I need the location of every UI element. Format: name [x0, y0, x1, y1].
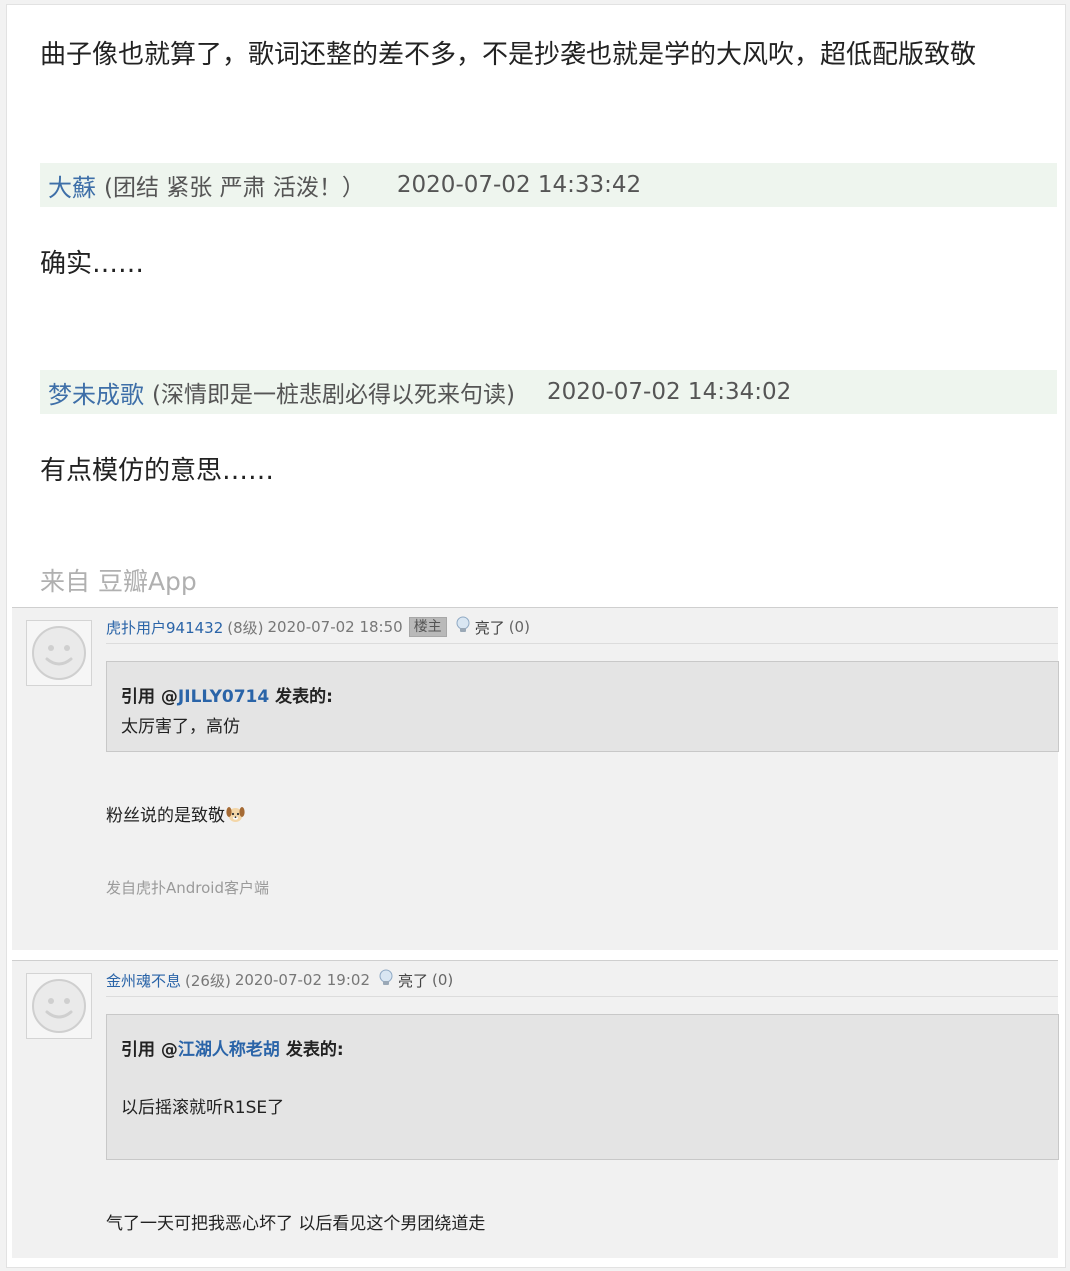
user-level: (26级)	[185, 971, 231, 990]
reply-text: 粉丝说的是致敬	[106, 801, 245, 826]
douban-username[interactable]: 梦未成歌	[48, 375, 144, 410]
client-signature: 发自虎扑Android客户端	[106, 879, 269, 897]
quote-header: 引用 @江湖人称老胡 发表的:	[121, 1035, 344, 1060]
douban-comment-timestamp: 2020-07-02 14:33:42	[396, 172, 642, 198]
divider	[106, 996, 1058, 997]
quote-block: 引用 @江湖人称老胡 发表的: 以后摇滚就听R1SE了	[106, 1014, 1059, 1160]
quote-header: 引用 @JILLY0714 发表的:	[121, 682, 333, 707]
douban-user-signature: (团结 紧张 严肃 活泼！）	[104, 175, 365, 201]
reply-meta: 虎扑用户941432 (8级) 2020-07-02 18:50 楼主 亮了 (…	[106, 616, 530, 638]
hupu-reply: 虎扑用户941432 (8级) 2020-07-02 18:50 楼主 亮了 (…	[12, 607, 1059, 950]
reply-username[interactable]: 虎扑用户941432	[106, 617, 223, 638]
reply-text-content: 粉丝说的是致敬	[106, 806, 225, 826]
douban-app-source: 来自 豆瓣App	[40, 567, 197, 596]
douban-comment-header: 大蘇 (团结 紧张 严肃 活泼！） 2020-07-02 14:33:42	[40, 163, 1057, 207]
default-avatar-icon	[32, 979, 86, 1033]
light-up-button[interactable]: 亮了	[475, 617, 505, 638]
reply-timestamp: 2020-07-02 18:50	[267, 618, 403, 636]
op-badge: 楼主	[408, 617, 447, 637]
light-up-button[interactable]: 亮了	[398, 970, 428, 991]
reply-username[interactable]: 金州魂不息	[106, 970, 181, 991]
hupu-reply: 金州魂不息 (26级) 2020-07-02 19:02 亮了 (0) 引用 @…	[12, 960, 1059, 1258]
quote-prefix: 引用 @	[121, 1040, 178, 1060]
douban-comment-text: 有点模仿的意思……	[40, 456, 275, 486]
light-bulb-icon[interactable]	[455, 616, 471, 638]
quote-suffix: 发表的:	[269, 687, 333, 707]
avatar[interactable]	[26, 973, 92, 1039]
quote-text: 太厉害了，高仿	[121, 717, 240, 737]
quote-text: 以后摇滚就听R1SE了	[121, 1098, 285, 1118]
quote-block: 引用 @JILLY0714 发表的: 太厉害了，高仿	[106, 661, 1059, 752]
reply-timestamp: 2020-07-02 19:02	[234, 971, 370, 989]
quoted-username[interactable]: 江湖人称老胡	[178, 1040, 280, 1060]
douban-comment-text: 确实……	[40, 249, 145, 279]
divider	[106, 643, 1058, 644]
reply-meta: 金州魂不息 (26级) 2020-07-02 19:02 亮了 (0)	[106, 969, 453, 991]
light-count: (0)	[432, 971, 454, 989]
douban-username[interactable]: 大蘇	[48, 168, 96, 203]
light-count: (0)	[508, 618, 530, 636]
reply-text: 气了一天可把我恶心坏了 以后看见这个男团绕道走	[106, 1214, 486, 1234]
douban-comment-header: 梦未成歌 (深情即是一桩悲剧必得以死来句读) 2020-07-02 14:34:…	[40, 370, 1057, 414]
default-avatar-icon	[32, 626, 86, 680]
quoted-username[interactable]: JILLY0714	[178, 687, 269, 707]
quote-prefix: 引用 @	[121, 687, 178, 707]
douban-comment-timestamp: 2020-07-02 14:34:02	[546, 379, 792, 405]
light-bulb-icon[interactable]	[378, 969, 394, 991]
avatar[interactable]	[26, 620, 92, 686]
quote-suffix: 发表的:	[279, 1040, 344, 1060]
dog-face-emoji-icon	[226, 806, 245, 823]
douban-post-text: 曲子像也就算了，歌词还整的差不多，不是抄袭也就是学的大风吹，超低配版致敬	[40, 40, 977, 70]
douban-user-signature: (深情即是一桩悲剧必得以死来句读)	[152, 382, 515, 408]
user-level: (8级)	[227, 618, 264, 637]
